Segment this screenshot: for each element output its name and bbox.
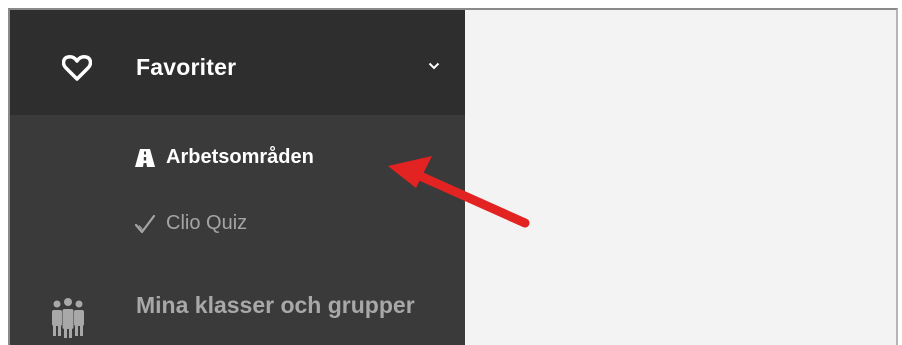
sidebar-item-arbetsomraden[interactable]: Arbetsområden bbox=[134, 146, 314, 169]
sidebar-item-mina-klasser[interactable]: Mina klasser och grupper bbox=[10, 272, 465, 345]
sidebar-item-clio-quiz[interactable]: Clio Quiz bbox=[134, 212, 247, 235]
chevron-down-icon[interactable] bbox=[428, 62, 440, 70]
group-icon bbox=[52, 298, 84, 338]
app-window: Favoriter Arbetsområden Clio Quiz Mina k… bbox=[8, 8, 898, 345]
favorites-header[interactable]: Favoriter bbox=[10, 10, 465, 115]
sidebar-item-label: Mina klasser och grupper bbox=[136, 292, 415, 318]
sidebar: Favoriter Arbetsområden Clio Quiz Mina k… bbox=[10, 10, 465, 345]
favorites-label: Favoriter bbox=[136, 54, 237, 80]
sidebar-item-label: Arbetsområden bbox=[166, 146, 314, 168]
checkmark-icon bbox=[134, 214, 156, 233]
sidebar-item-label: Clio Quiz bbox=[166, 212, 248, 234]
heart-icon bbox=[62, 55, 92, 81]
road-icon bbox=[135, 148, 155, 167]
